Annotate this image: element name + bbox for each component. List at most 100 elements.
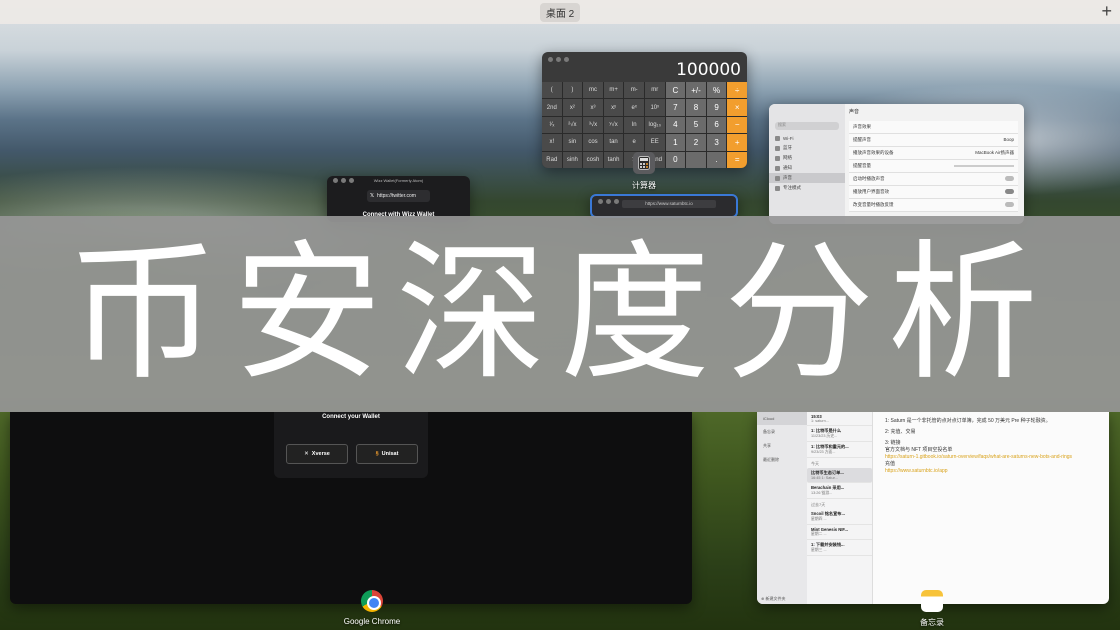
toggle[interactable] bbox=[1005, 176, 1014, 181]
list-item[interactable]: 15:03 1: saturn... bbox=[807, 412, 872, 426]
url-bar[interactable]: 𝕏 https://twitter.com bbox=[367, 190, 430, 202]
window-controls[interactable] bbox=[598, 199, 619, 204]
chrome-window[interactable]: Connect your Wallet ✕ Xverse § Unisat bbox=[10, 412, 692, 604]
calc-key[interactable]: + bbox=[727, 134, 747, 151]
note-editor[interactable]: 1: Saturn 是一个非托管的点对点订单簿，完成 50 万美元 Pre 种子… bbox=[885, 418, 1103, 475]
calc-key[interactable]: 7 bbox=[665, 99, 686, 116]
note-line: 2: 充值、交易 bbox=[885, 429, 916, 435]
calc-key[interactable]: x³ bbox=[583, 99, 603, 116]
calc-key[interactable]: 4 bbox=[665, 116, 686, 134]
calc-key[interactable]: 9 bbox=[706, 99, 727, 116]
new-folder-button[interactable]: ⊕ 新建文件夹 bbox=[761, 596, 785, 602]
calc-key[interactable]: 8 bbox=[686, 99, 706, 116]
calc-key[interactable]: ³√x bbox=[583, 116, 603, 134]
calc-key[interactable]: 0 bbox=[665, 151, 686, 168]
list-item[interactable]: Sncoil 铭名宣布... 星期四 ... bbox=[807, 509, 872, 525]
settings-row[interactable]: 播放用户界面音效 bbox=[849, 186, 1018, 199]
calculator-app-icon[interactable] bbox=[633, 152, 655, 174]
calc-key[interactable]: tanh bbox=[603, 151, 624, 168]
folder-item[interactable]: 最近删除 bbox=[757, 453, 807, 467]
calc-key[interactable]: mc bbox=[583, 82, 603, 99]
calc-key[interactable]: 5 bbox=[686, 116, 706, 134]
calc-key[interactable]: ʸ√x bbox=[603, 116, 624, 134]
add-space-button[interactable]: + bbox=[1101, 1, 1112, 21]
calc-key[interactable]: ÷ bbox=[727, 82, 747, 99]
calc-key[interactable]: ) bbox=[562, 82, 583, 99]
list-item[interactable]: Mint Genesis NIF... 星期二 ... bbox=[807, 525, 872, 540]
calc-key[interactable]: × bbox=[727, 99, 747, 116]
sidebar-item-focus[interactable]: 专注模式 bbox=[769, 183, 845, 193]
unisat-icon: § bbox=[375, 451, 379, 457]
calc-key[interactable]: 2nd bbox=[542, 99, 562, 116]
calc-key[interactable]: 2 bbox=[686, 134, 706, 151]
calculator-window[interactable]: 100000 ( ) mc m+ m- mr C +/- % ÷ 2nd x² … bbox=[542, 52, 747, 168]
calc-key[interactable]: 10ˣ bbox=[645, 99, 665, 116]
calc-key[interactable]: sinh bbox=[562, 151, 583, 168]
calc-key[interactable]: m+ bbox=[603, 82, 624, 99]
calc-key[interactable]: sin bbox=[562, 134, 583, 151]
list-item[interactable]: 1: 比特币是什么 11/23/23 历史... bbox=[807, 426, 872, 442]
system-settings-window[interactable]: 搜索 Wi-Fi 蓝牙 网络 通知 声音 专注模式 声音 声音效果 提醒声音 Bo… bbox=[769, 104, 1024, 224]
sidebar-item-network[interactable]: 网络 bbox=[769, 153, 845, 163]
note-link[interactable]: https://www.saturnbtc.io/app bbox=[885, 468, 1103, 475]
settings-row[interactable]: 提醒音量 bbox=[849, 160, 1018, 173]
browser-window[interactable]: https://www.saturnbtc.io bbox=[590, 194, 738, 218]
url-bar[interactable]: https://www.saturnbtc.io bbox=[622, 200, 716, 208]
calc-key[interactable]: C bbox=[665, 82, 686, 99]
toggle[interactable] bbox=[1005, 189, 1014, 194]
calc-key[interactable]: . bbox=[706, 151, 727, 168]
calc-key[interactable]: ln bbox=[624, 116, 644, 134]
sidebar-item-sound[interactable]: 声音 bbox=[769, 173, 845, 183]
chrome-app-icon[interactable] bbox=[361, 590, 383, 612]
list-item[interactable]: Berachain 采用... 13:26 链游... bbox=[807, 483, 872, 499]
calc-key[interactable]: ²√x bbox=[562, 116, 583, 134]
space-tab[interactable]: 桌面 2 bbox=[539, 2, 581, 22]
calc-key[interactable]: x² bbox=[562, 99, 583, 116]
notes-app-icon[interactable] bbox=[921, 590, 943, 612]
notes-window[interactable]: iCloud 备忘录 共享 最近删除 ⊕ 新建文件夹 15:03 1: satur… bbox=[757, 412, 1109, 604]
xverse-button[interactable]: ✕ Xverse bbox=[286, 444, 348, 464]
volume-slider[interactable] bbox=[954, 165, 1014, 167]
settings-row[interactable]: 播放声音效果的设备 MacBook Air扬声器 bbox=[849, 147, 1018, 160]
calc-key[interactable]: % bbox=[706, 82, 727, 99]
calc-key[interactable]: Rad bbox=[542, 151, 562, 168]
calc-key[interactable]: log₁₀ bbox=[645, 116, 665, 134]
note-link[interactable]: https://saturn-1.gitbook.io/saturn-overv… bbox=[885, 454, 1103, 461]
calc-key[interactable] bbox=[686, 151, 706, 168]
calc-key[interactable]: 3 bbox=[706, 134, 727, 151]
calc-key[interactable]: tan bbox=[603, 134, 624, 151]
folder-item[interactable]: 共享 bbox=[757, 439, 807, 453]
list-item[interactable]: 比特币生态订单... 16:45 1: Satur... bbox=[807, 468, 872, 483]
sidebar-item-notifications[interactable]: 通知 bbox=[769, 163, 845, 173]
settings-row[interactable]: 提醒声音 Boop bbox=[849, 134, 1018, 147]
calc-key[interactable]: eˣ bbox=[624, 99, 644, 116]
calc-key[interactable]: cos bbox=[583, 134, 603, 151]
calc-key[interactable]: 6 bbox=[706, 116, 727, 134]
calc-key[interactable]: +/- bbox=[686, 82, 706, 99]
unisat-button[interactable]: § Unisat bbox=[356, 444, 418, 464]
mission-control-bar: 桌面 2 + bbox=[0, 0, 1120, 24]
calc-key[interactable]: ¹⁄ₓ bbox=[542, 116, 562, 134]
calc-key[interactable]: m- bbox=[624, 82, 644, 99]
settings-search[interactable]: 搜索 bbox=[775, 122, 839, 130]
calc-key[interactable]: xʸ bbox=[603, 99, 624, 116]
calc-key[interactable]: x! bbox=[542, 134, 562, 151]
calc-key[interactable]: = bbox=[727, 151, 747, 168]
list-item[interactable]: 1: 比特币和重元的... 9/23/23 方面... bbox=[807, 442, 872, 458]
calc-key[interactable]: mr bbox=[645, 82, 665, 99]
list-item[interactable]: 1: 下载并安装钱... 星期三 ... bbox=[807, 540, 872, 556]
calc-key[interactable]: cosh bbox=[583, 151, 603, 168]
folder-item[interactable]: iCloud bbox=[757, 412, 807, 425]
sidebar-item-wifi[interactable]: Wi-Fi bbox=[769, 134, 845, 143]
settings-row[interactable]: 改变音量时播放反馈 bbox=[849, 199, 1018, 212]
sidebar-item-bluetooth[interactable]: 蓝牙 bbox=[769, 143, 845, 153]
calc-key[interactable]: EE bbox=[645, 134, 665, 151]
calc-key[interactable]: − bbox=[727, 116, 747, 134]
folder-item[interactable]: 备忘录 bbox=[757, 425, 807, 439]
settings-row[interactable]: 启动时播放声音 bbox=[849, 173, 1018, 186]
calc-key[interactable]: ( bbox=[542, 82, 562, 99]
toggle[interactable] bbox=[1005, 202, 1014, 207]
window-controls[interactable] bbox=[548, 57, 569, 62]
calc-key[interactable]: e bbox=[624, 134, 644, 151]
calc-key[interactable]: 1 bbox=[665, 134, 686, 151]
